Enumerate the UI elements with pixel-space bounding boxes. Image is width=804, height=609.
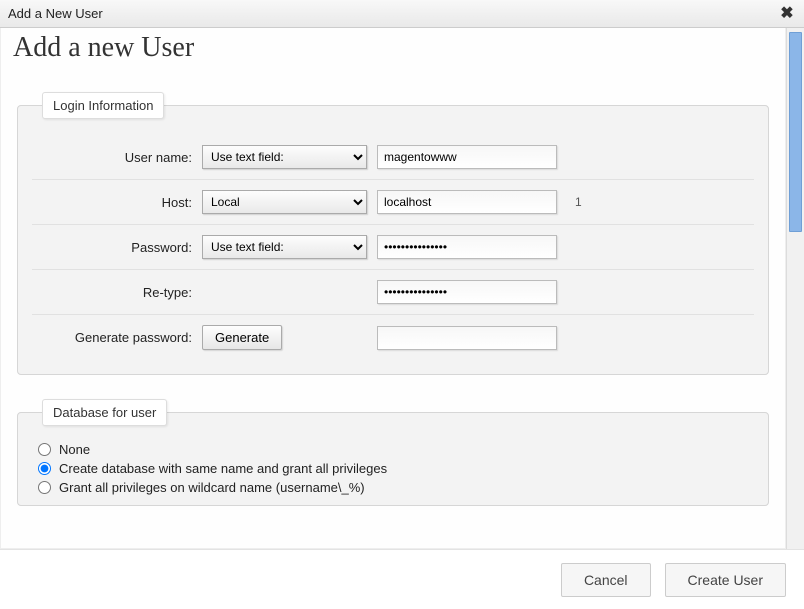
row-username: User name: Use text field:	[32, 135, 754, 180]
generate-password-button[interactable]: Generate	[202, 325, 282, 350]
host-mode-select[interactable]: Local	[202, 190, 367, 214]
close-icon[interactable]: ✖	[778, 7, 796, 21]
db-option-wildcard-label: Grant all privileges on wildcard name (u…	[59, 480, 365, 495]
db-option-samename-radio[interactable]	[38, 462, 51, 475]
dialog-footer: Cancel Create User	[0, 549, 804, 609]
vertical-scrollbar[interactable]	[786, 28, 804, 549]
create-user-button[interactable]: Create User	[665, 563, 786, 597]
db-option-samename-row: Create database with same name and grant…	[32, 459, 754, 478]
row-retype: Re-type:	[32, 270, 754, 315]
retype-input[interactable]	[377, 280, 557, 304]
password-mode-select[interactable]: Use text field:	[202, 235, 367, 259]
username-mode-select[interactable]: Use text field:	[202, 145, 367, 169]
db-option-samename-label: Create database with same name and grant…	[59, 461, 387, 476]
username-label: User name:	[32, 150, 202, 165]
database-for-user-legend: Database for user	[42, 399, 167, 426]
generated-password-output[interactable]	[377, 326, 557, 350]
row-password: Password: Use text field:	[32, 225, 754, 270]
db-option-wildcard-row: Grant all privileges on wildcard name (u…	[32, 478, 754, 497]
page-heading: Add a new User	[13, 32, 773, 64]
cancel-button[interactable]: Cancel	[561, 563, 651, 597]
password-input[interactable]	[377, 235, 557, 259]
host-input[interactable]	[377, 190, 557, 214]
db-option-none-row: None	[32, 440, 754, 459]
dialog-titlebar: Add a New User ✖	[0, 0, 804, 28]
login-information-fieldset: Login Information User name: Use text fi…	[17, 92, 769, 375]
dialog-title: Add a New User	[8, 6, 103, 21]
db-option-none-radio[interactable]	[38, 443, 51, 456]
generate-password-label: Generate password:	[32, 330, 202, 345]
retype-label: Re-type:	[32, 285, 202, 300]
host-label: Host:	[32, 195, 202, 210]
row-host: Host: Local 1	[32, 180, 754, 225]
dialog-body: Add a new User Login Information User na…	[0, 28, 786, 549]
database-for-user-fieldset: Database for user None Create database w…	[17, 399, 769, 506]
login-information-legend: Login Information	[42, 92, 164, 119]
db-option-none-label: None	[59, 442, 90, 457]
host-footnote: 1	[567, 195, 582, 209]
password-label: Password:	[32, 240, 202, 255]
username-input[interactable]	[377, 145, 557, 169]
scrollbar-thumb[interactable]	[789, 32, 802, 232]
db-option-wildcard-radio[interactable]	[38, 481, 51, 494]
row-generate-password: Generate password: Generate	[32, 315, 754, 360]
